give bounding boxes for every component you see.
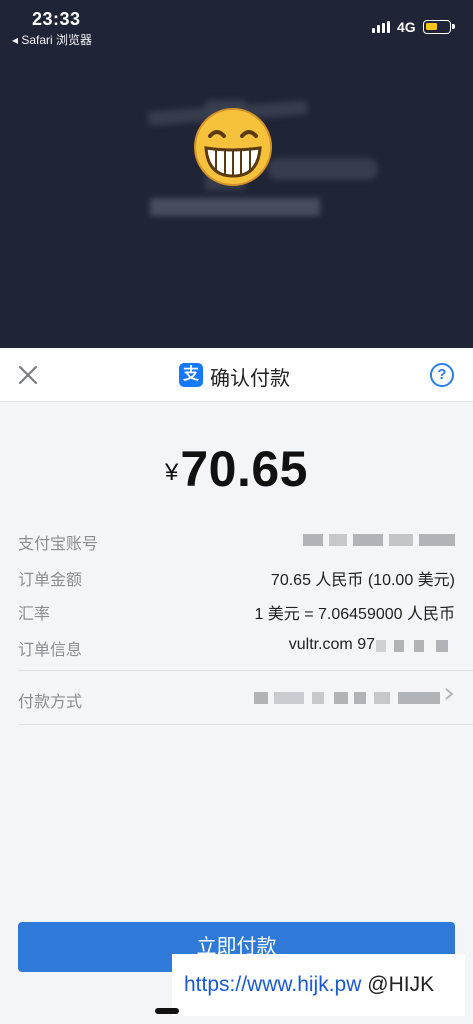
divider [18,724,473,725]
row-exchange-rate: 汇率 1 美元 = 7.06459000 人民币 [18,596,455,626]
chevron-right-icon[interactable] [443,688,455,700]
amount-value: 70.65 [180,441,308,497]
row-label: 支付宝账号 [18,536,99,553]
watermark-handle: @HIJK [367,973,435,996]
home-indicator [155,1008,179,1014]
divider [18,670,473,671]
emoji-grin-icon [194,108,272,186]
row-label: 订单信息 [18,642,83,659]
battery-icon [423,20,455,34]
help-icon[interactable]: ? [430,363,454,387]
redacted-content [150,198,320,216]
background-page: 23:33 ◂ Safari 浏览器 4G [0,0,473,348]
payment-amount: ¥70.65 [0,440,473,498]
alipay-icon: 支 [179,363,203,387]
redacted-order-id [376,640,455,652]
row-value: 70.65 人民币 (10.00 美元) [270,572,455,589]
row-order-amount: 订单金额 70.65 人民币 (10.00 美元) [18,562,455,592]
status-bar: 23:33 ◂ Safari 浏览器 4G [0,0,473,52]
currency-symbol: ¥ [165,459,179,486]
row-label: 汇率 [18,606,51,623]
signal-icon [372,21,390,33]
redacted-content [268,158,378,180]
sheet-title: 确认付款 [210,368,290,390]
network-type: 4G [397,19,416,35]
payment-method-label: 付款方式 [18,694,83,711]
redacted-payment-method [254,692,440,704]
watermark-url: https://www.hijk.pw [184,973,362,996]
payment-method-row[interactable]: 付款方式 [18,684,455,714]
row-order-info: 订单信息 vultr.com 97 [18,632,455,662]
row-value: 1 美元 = 7.06459000 人民币 [254,606,455,623]
redacted-account [303,534,455,546]
payment-sheet: 支 确认付款 ? ¥70.65 支付宝账号 订单金额 70.65 人民币 (10… [0,348,473,1024]
status-time: 23:33 [32,9,81,29]
row-value: vultr.com 97 [288,636,375,653]
watermark: https://www.hijk.pw @HIJK [172,954,465,1016]
row-alipay-account: 支付宝账号 [18,526,455,556]
close-icon[interactable] [16,363,40,387]
row-label: 订单金额 [18,572,83,589]
sheet-header: 支 确认付款 ? [0,348,473,402]
back-to-safari-link[interactable]: ◂ Safari 浏览器 [12,31,92,48]
